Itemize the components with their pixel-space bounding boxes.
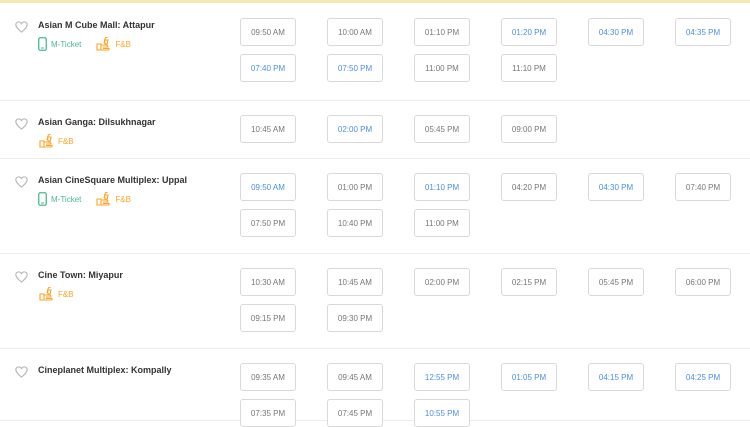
showtime-button[interactable]: 06:00 PM xyxy=(675,268,731,296)
heart-icon[interactable] xyxy=(15,271,28,283)
mticket-label: M-Ticket xyxy=(51,194,82,204)
showtime-button[interactable]: 07:40 PM xyxy=(240,54,296,82)
venue-name[interactable]: Cine Town: Miyapur xyxy=(38,270,123,280)
showtime-button[interactable]: 10:00 AM xyxy=(327,18,383,46)
showtime-button[interactable]: 01:10 PM xyxy=(414,173,470,201)
showtime-button[interactable]: 02:00 PM xyxy=(414,268,470,296)
food-beverage-icon xyxy=(38,133,54,149)
showtime-button[interactable]: 10:55 PM xyxy=(414,399,470,427)
showtime-button[interactable]: 05:45 PM xyxy=(588,268,644,296)
showtime-button[interactable]: 09:35 AM xyxy=(240,363,296,391)
showtime-button[interactable]: 09:50 AM xyxy=(240,18,296,46)
showtime-button[interactable]: 04:20 PM xyxy=(501,173,557,201)
showtime-button[interactable]: 01:05 PM xyxy=(501,363,557,391)
showtime-button[interactable]: 04:30 PM xyxy=(588,18,644,46)
showtime-button[interactable]: 11:10 PM xyxy=(501,54,557,82)
mticket-tag: M-Ticket xyxy=(38,37,81,51)
showtime-button[interactable]: 10:40 PM xyxy=(327,209,383,237)
fnb-label: F&B xyxy=(58,136,74,146)
venue-row: Cineplanet Multiplex: Kompally 09:35 AM 09… xyxy=(0,348,750,427)
showtime-button[interactable]: 04:15 PM xyxy=(588,363,644,391)
venue-row: Asian M Cube Mall: Attapur M-Ticket F&B 09:… xyxy=(0,3,750,101)
showtime-button[interactable]: 11:00 PM xyxy=(414,54,470,82)
heart-icon[interactable] xyxy=(15,176,28,188)
fnb-label: F&B xyxy=(115,194,131,204)
showtime-button[interactable]: 07:50 PM xyxy=(240,209,296,237)
venue-tags: M-Ticket F&B xyxy=(38,36,131,52)
food-beverage-icon xyxy=(38,286,54,302)
mobile-phone-icon xyxy=(38,192,47,206)
venue-name[interactable]: Asian CineSquare Multiplex: Uppal xyxy=(38,175,187,185)
venue-tags: M-Ticket F&B xyxy=(38,191,131,207)
showtime-button[interactable]: 02:00 PM xyxy=(327,115,383,143)
heart-icon[interactable] xyxy=(15,21,28,33)
venue-row: Asian Ganga: Dilsukhnagar F&B 10:45 AM 02:0… xyxy=(0,100,750,159)
showtime-button[interactable]: 10:30 AM xyxy=(240,268,296,296)
showtime-button[interactable]: 12:55 PM xyxy=(414,363,470,391)
showtime-button[interactable]: 10:45 AM xyxy=(327,268,383,296)
showtime-button[interactable]: 09:45 AM xyxy=(327,363,383,391)
venue-name[interactable]: Asian Ganga: Dilsukhnagar xyxy=(38,117,156,127)
showtime-button[interactable]: 07:45 PM xyxy=(327,399,383,427)
showtime-button[interactable]: 11:00 PM xyxy=(414,209,470,237)
venue-tags: F&B xyxy=(38,286,74,302)
showtime-button[interactable]: 10:45 AM xyxy=(240,115,296,143)
heart-icon[interactable] xyxy=(15,118,28,130)
showtime-button[interactable]: 04:30 PM xyxy=(588,173,644,201)
showtime-button[interactable]: 09:00 PM xyxy=(501,115,557,143)
heart-icon[interactable] xyxy=(15,366,28,378)
showtime-button[interactable]: 07:40 PM xyxy=(675,173,731,201)
fnb-label: F&B xyxy=(58,289,74,299)
showtime-button[interactable]: 09:30 PM xyxy=(327,304,383,332)
fnb-tag: F&B xyxy=(95,191,131,207)
venue-row: Asian CineSquare Multiplex: Uppal M-Ticke… xyxy=(0,158,750,254)
fnb-tag: F&B xyxy=(38,286,74,302)
showtime-button[interactable]: 04:25 PM xyxy=(675,363,731,391)
showtime-button[interactable]: 05:45 PM xyxy=(414,115,470,143)
food-beverage-icon xyxy=(95,36,111,52)
fnb-label: F&B xyxy=(115,39,131,49)
fnb-tag: F&B xyxy=(38,133,74,149)
showtime-button[interactable]: 02:15 PM xyxy=(501,268,557,296)
venue-name[interactable]: Asian M Cube Mall: Attapur xyxy=(38,20,155,30)
food-beverage-icon xyxy=(95,191,111,207)
showtime-button[interactable]: 01:20 PM xyxy=(501,18,557,46)
showtime-button[interactable]: 01:10 PM xyxy=(414,18,470,46)
fnb-tag: F&B xyxy=(95,36,131,52)
showtime-button[interactable]: 09:15 PM xyxy=(240,304,296,332)
showtime-button[interactable]: 04:35 PM xyxy=(675,18,731,46)
showtime-button[interactable]: 07:35 PM xyxy=(240,399,296,427)
showtime-button[interactable]: 09:50 AM xyxy=(240,173,296,201)
venue-row: Cine Town: Miyapur F&B 10:30 AM 10:45 AM 02:… xyxy=(0,253,750,349)
showtime-button[interactable]: 01:00 PM xyxy=(327,173,383,201)
venue-name[interactable]: Cineplanet Multiplex: Kompally xyxy=(38,365,172,375)
mticket-label: M-Ticket xyxy=(51,39,82,49)
showtime-button[interactable]: 07:50 PM xyxy=(327,54,383,82)
venue-tags: F&B xyxy=(38,133,74,149)
mobile-phone-icon xyxy=(38,37,47,51)
mticket-tag: M-Ticket xyxy=(38,192,81,206)
